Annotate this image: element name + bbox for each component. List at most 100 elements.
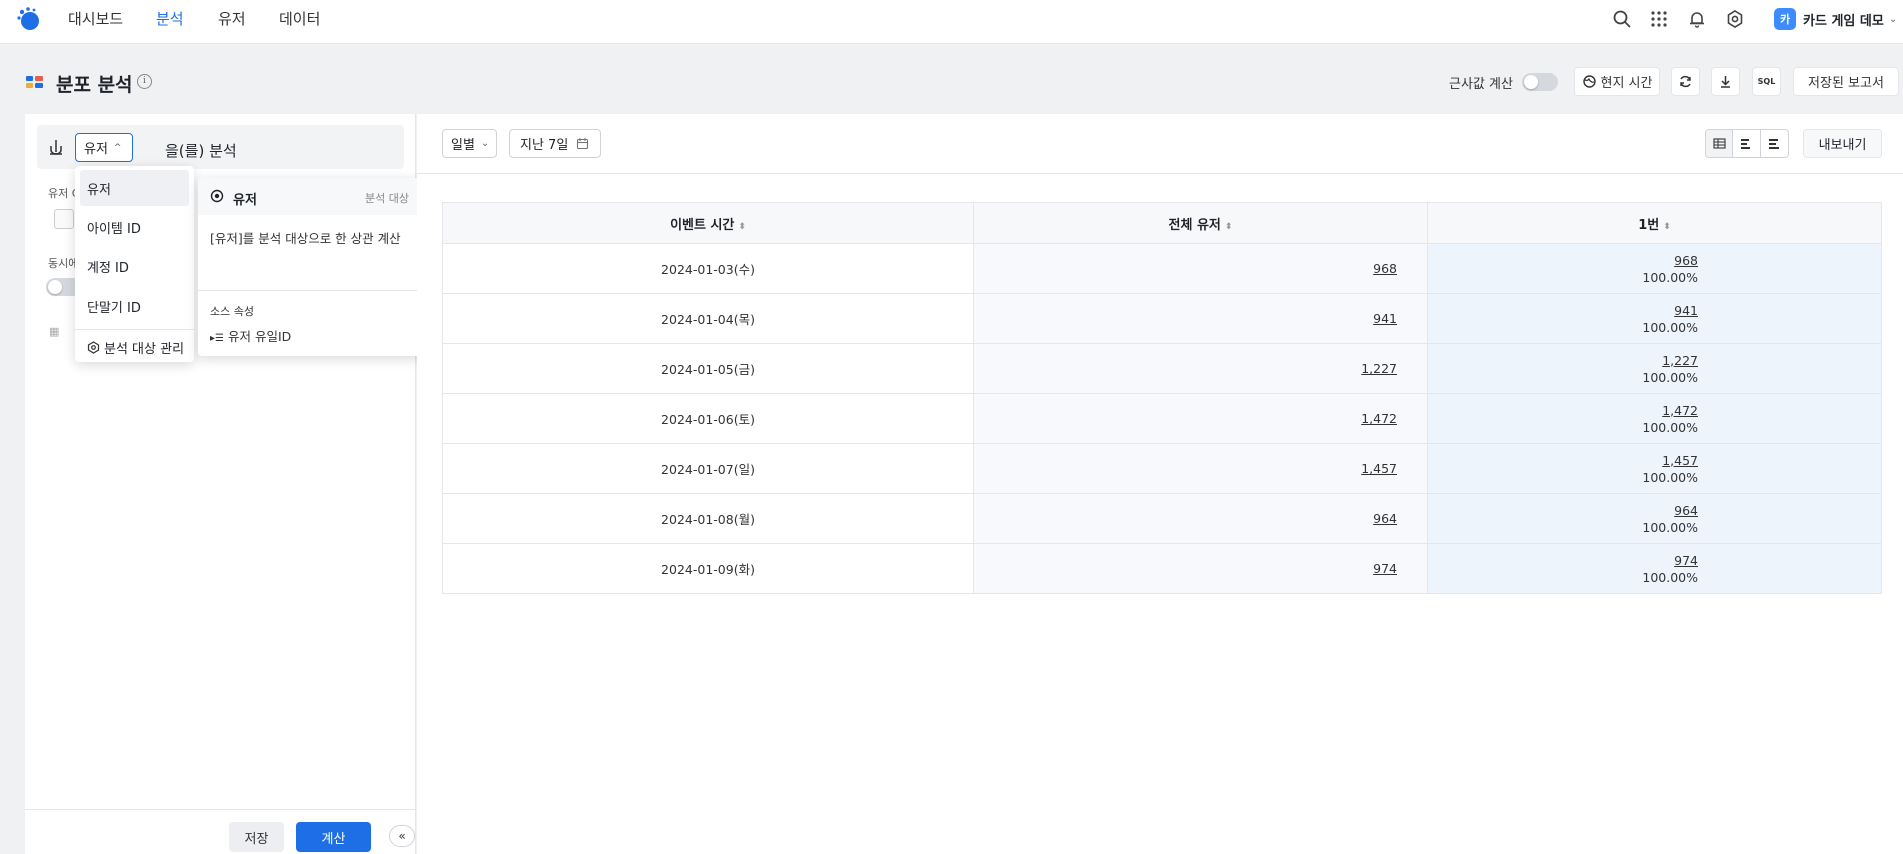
total-users-link[interactable]: 1,457 xyxy=(1361,461,1397,476)
dropdown-item-user[interactable]: 유저 xyxy=(80,170,189,206)
detail-tag: 분석 대상 xyxy=(365,192,409,205)
manage-targets-link[interactable]: 분석 대상 관리 xyxy=(87,338,184,357)
sort-icon: ⬍ xyxy=(738,221,746,232)
dropdown-item-device-id[interactable]: 단말기 ID xyxy=(80,288,189,324)
approx-calc-toggle[interactable] xyxy=(1522,73,1558,91)
event-time-cell: 2024-01-07(일) xyxy=(442,443,974,494)
sort-icon: ⬍ xyxy=(1224,221,1233,232)
table-row: 2024-01-05(금) 1,227 1,227 100.00% xyxy=(442,343,1882,394)
refresh-button[interactable] xyxy=(1671,67,1700,96)
total-users-link[interactable]: 968 xyxy=(1373,261,1397,276)
once-percent: 100.00% xyxy=(1642,319,1698,335)
once-count-link[interactable]: 1,457 xyxy=(1662,453,1698,468)
total-users-link[interactable]: 964 xyxy=(1373,511,1397,526)
saved-reports-label: 저장된 보고서 xyxy=(1808,76,1884,91)
attribute-list-icon: ▸☰ xyxy=(210,333,224,344)
total-users-link[interactable]: 1,227 xyxy=(1361,361,1397,376)
download-icon xyxy=(1721,76,1730,88)
analysis-target-row: 유저 ^ 을(를) 분석 xyxy=(37,125,404,169)
analysis-target-suffix: 을(를) 분석 xyxy=(165,142,237,160)
download-button[interactable] xyxy=(1711,67,1740,96)
sort-icon: ⬍ xyxy=(1663,221,1671,232)
once-cell: 1,457 100.00% xyxy=(1427,443,1882,494)
once-count-link[interactable]: 968 xyxy=(1674,253,1698,268)
export-button[interactable]: 내보내기 xyxy=(1803,129,1882,158)
local-time-button[interactable]: 현지 시간 xyxy=(1574,67,1660,96)
analysis-target-dropdown: 유저 아이템 ID 계정 ID 단말기 ID 분석 대상 관리 xyxy=(75,166,194,362)
event-time-cell: 2024-01-03(수) xyxy=(442,243,974,294)
stacked-bar-view-button[interactable] xyxy=(1733,130,1761,157)
dropdown-item-account-id[interactable]: 계정 ID xyxy=(80,248,189,284)
once-cell: 974 100.00% xyxy=(1427,543,1882,594)
approx-calc-label: 근사값 계산 xyxy=(1449,77,1513,92)
table-row: 2024-01-06(토) 1,472 1,472 100.00% xyxy=(442,393,1882,444)
total-users-link[interactable]: 1,472 xyxy=(1361,411,1397,426)
distribution-analysis-icon xyxy=(26,76,43,88)
event-time-cell: 2024-01-08(월) xyxy=(442,493,974,544)
bar-view-button[interactable] xyxy=(1761,130,1788,157)
column-header-total-users[interactable]: 전체 유저 ⬍ xyxy=(973,202,1428,244)
filter-icon[interactable] xyxy=(54,209,74,229)
gear-icon xyxy=(87,341,100,354)
table-view-button[interactable] xyxy=(1706,130,1734,157)
total-users-link[interactable]: 941 xyxy=(1373,311,1397,326)
chevron-down-icon: ⌄ xyxy=(480,138,490,149)
date-range-select[interactable]: 지난 7일 xyxy=(509,129,601,158)
target-detail-popover: 유저 분석 대상 [유저]를 분석 대상으로 한 상관 계산 소스 속성 ▸☰ … xyxy=(198,178,424,356)
page-title: 분포 분석 xyxy=(56,74,133,96)
column-header-event-time[interactable]: 이벤트 시간 ⬍ xyxy=(442,202,974,244)
main-divider xyxy=(417,173,1903,174)
concurrent-label: 동시에 xyxy=(48,257,79,270)
once-count-link[interactable]: 1,472 xyxy=(1662,403,1698,418)
total-users-link[interactable]: 974 xyxy=(1373,561,1397,576)
settings-icon[interactable] xyxy=(1724,8,1746,30)
table-icon xyxy=(1713,138,1726,149)
total-users-cell: 941 xyxy=(973,293,1428,344)
table-header-row: 이벤트 시간 ⬍ 전체 유저 ⬍ 1번 ⬍ xyxy=(442,202,1882,244)
globe-icon xyxy=(1582,75,1596,88)
once-percent: 100.00% xyxy=(1642,269,1698,285)
table-row: 2024-01-08(월) 964 964 100.00% xyxy=(442,493,1882,544)
period-select[interactable]: 일별 ⌄ xyxy=(442,129,497,158)
saved-reports-button[interactable]: 저장된 보고서 xyxy=(1793,67,1899,96)
bar-list-icon xyxy=(1741,139,1751,149)
table-row: 2024-01-03(수) 968 968 100.00% xyxy=(442,243,1882,294)
search-icon[interactable] xyxy=(1611,8,1633,30)
group-icon[interactable]: ▦ xyxy=(49,325,59,338)
local-time-label: 현지 시간 xyxy=(1600,76,1653,91)
source-attribute-label: 소스 속성 xyxy=(210,305,254,318)
table-row: 2024-01-07(일) 1,457 1,457 100.00% xyxy=(442,443,1882,494)
once-count-link[interactable]: 974 xyxy=(1674,553,1698,568)
once-count-link[interactable]: 1,227 xyxy=(1662,353,1698,368)
calculate-button[interactable]: 계산 xyxy=(296,822,371,852)
project-switcher[interactable]: 카 카드 게임 데모 ⌄ xyxy=(1774,6,1897,32)
dropdown-item-item-id[interactable]: 아이템 ID xyxy=(80,209,189,245)
once-count-link[interactable]: 941 xyxy=(1674,303,1698,318)
bell-icon[interactable] xyxy=(1686,8,1708,30)
info-icon[interactable]: i xyxy=(137,74,152,89)
total-users-cell: 1,472 xyxy=(973,393,1428,444)
total-users-cell: 1,227 xyxy=(973,343,1428,394)
nav-tab-data[interactable]: 데이터 xyxy=(279,8,320,29)
detail-header: 유저 분석 대상 xyxy=(198,178,424,215)
collapse-panel-button[interactable]: « xyxy=(389,825,415,847)
nav-tab-dashboard[interactable]: 대시보드 xyxy=(68,8,123,29)
brand-logo-icon[interactable] xyxy=(16,6,44,34)
once-count-link[interactable]: 964 xyxy=(1674,503,1698,518)
apps-grid-icon[interactable] xyxy=(1648,8,1670,30)
panel-footer-divider xyxy=(25,809,416,810)
total-users-cell: 1,457 xyxy=(973,443,1428,494)
save-button[interactable]: 저장 xyxy=(229,822,284,852)
column-header-once[interactable]: 1번 ⬍ xyxy=(1427,202,1882,244)
chevron-down-icon: ⌄ xyxy=(1888,13,1898,25)
nav-tab-analysis[interactable]: 분석 xyxy=(156,8,184,29)
source-attribute-text: 유저 유일ID xyxy=(227,329,292,344)
detail-title: 유저 xyxy=(233,193,257,208)
detail-description: [유저]를 분석 대상으로 한 상관 계산 xyxy=(210,231,401,246)
nav-tab-users[interactable]: 유저 xyxy=(218,8,246,29)
sql-button[interactable]: SQL xyxy=(1752,67,1781,96)
analysis-target-select[interactable]: 유저 ^ xyxy=(75,133,133,162)
project-avatar: 카 xyxy=(1774,8,1796,30)
chevron-up-icon: ^ xyxy=(113,142,122,153)
once-cell: 941 100.00% xyxy=(1427,293,1882,344)
